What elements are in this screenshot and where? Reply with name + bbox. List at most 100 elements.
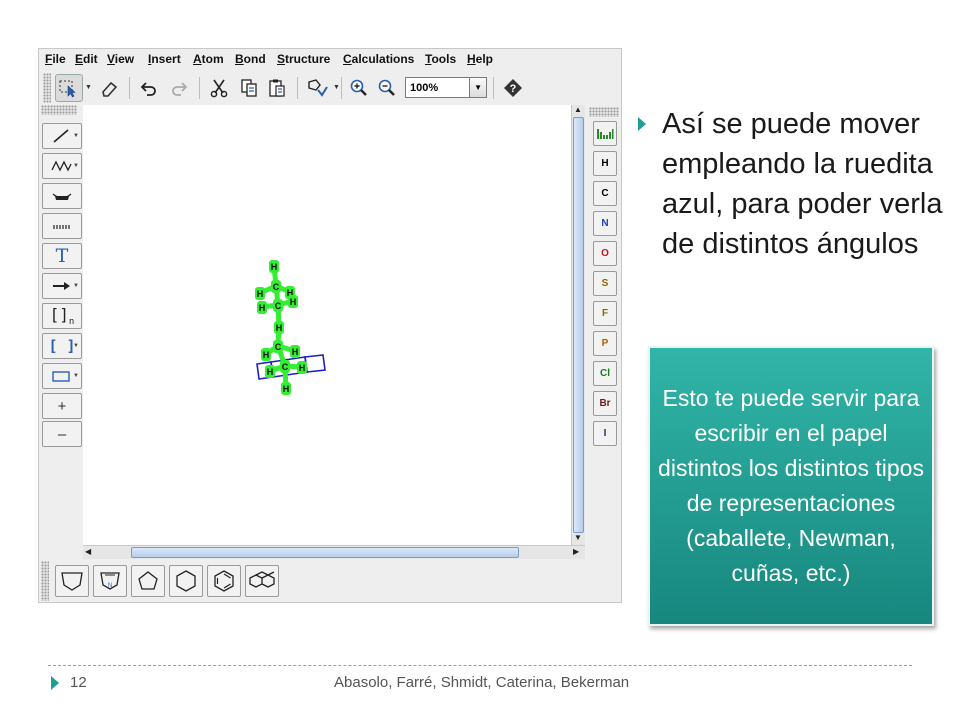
atom-br-button[interactable]: Br — [593, 391, 617, 416]
cyclohexane-template-button[interactable] — [169, 565, 203, 597]
atom-s-button[interactable]: S — [593, 271, 617, 296]
toolbar-separator — [493, 77, 494, 99]
footer-divider — [48, 665, 912, 666]
atom-c4[interactable]: C — [280, 360, 290, 373]
atom-h8[interactable]: H — [290, 345, 300, 358]
menu-tools[interactable]: Tools — [425, 52, 456, 66]
atom-o-button[interactable]: O — [593, 241, 617, 266]
chevron-down-icon[interactable]: ▼ — [469, 78, 486, 97]
chevron-down-icon[interactable]: ▼ — [73, 373, 79, 379]
menu-help[interactable]: Help — [467, 52, 493, 66]
atom-h4[interactable]: H — [257, 301, 267, 314]
text-tool-button[interactable]: T — [42, 243, 82, 269]
charge-minus-button[interactable]: – — [42, 421, 82, 447]
left-toolbar-grip[interactable] — [41, 105, 77, 115]
atom-h-button[interactable]: H — [593, 151, 617, 176]
scroll-left-icon[interactable]: ◀ — [85, 547, 91, 556]
atom-h2[interactable]: H — [255, 287, 265, 300]
help-button[interactable]: ? — [499, 74, 527, 102]
atom-i-button[interactable]: I — [593, 421, 617, 446]
menu-edit[interactable]: Edit — [75, 52, 98, 66]
clean-dropdown-arrow[interactable]: ▼ — [333, 84, 340, 91]
vertical-scrollbar[interactable]: ▲ ▼ — [571, 105, 585, 545]
clean-structure-button[interactable] — [303, 74, 331, 102]
menu-structure[interactable]: Structure — [277, 52, 330, 66]
atom-c-button[interactable]: C — [593, 181, 617, 206]
sgroup-button[interactable]: []n — [42, 303, 82, 329]
plus-icon: + — [57, 397, 67, 415]
undo-button[interactable] — [135, 74, 163, 102]
menu-bond[interactable]: Bond — [235, 52, 266, 66]
atom-h11[interactable]: H — [281, 382, 291, 395]
periodic-table-button[interactable] — [593, 121, 617, 146]
zoom-out-icon — [378, 79, 395, 96]
paste-button[interactable] — [263, 74, 291, 102]
reaction-arrow-icon — [53, 282, 70, 290]
atom-c3[interactable]: C — [273, 340, 283, 353]
charge-plus-button[interactable]: + — [42, 393, 82, 419]
chevron-down-icon[interactable]: ▼ — [73, 343, 79, 349]
atom-n-button[interactable]: N — [593, 211, 617, 236]
chevron-down-icon[interactable]: ▼ — [73, 133, 79, 139]
scroll-right-icon[interactable]: ▶ — [573, 547, 579, 556]
atom-h9[interactable]: H — [265, 365, 275, 378]
help-icon: ? — [504, 79, 522, 97]
atom-h5[interactable]: H — [288, 295, 298, 308]
atom-h6[interactable]: H — [274, 321, 284, 334]
redo-button[interactable] — [165, 74, 193, 102]
pyrrole-template-icon: N — [100, 572, 120, 590]
menu-calculations[interactable]: Calculations — [343, 52, 414, 66]
atom-c2[interactable]: C — [273, 299, 283, 312]
right-toolbar-grip[interactable] — [589, 107, 619, 117]
paste-icon — [269, 79, 285, 97]
chain-icon — [51, 160, 72, 172]
naphthalene-template-button[interactable] — [245, 565, 279, 597]
atom-p-button[interactable]: P — [593, 331, 617, 356]
bracket-bottom-button[interactable] — [42, 183, 82, 209]
toolbar-grip[interactable] — [43, 73, 51, 103]
menu-bar: File Edit View Insert Atom Bond Structur… — [39, 49, 621, 69]
rectangle-button[interactable]: ▼ — [42, 363, 82, 389]
drawing-canvas[interactable]: H C H H H H C H C H H C H H H — [83, 105, 571, 545]
molecule-structure[interactable]: H C H H H H C H C H H C H H H — [83, 105, 571, 545]
copy-button[interactable] — [235, 74, 263, 102]
scroll-up-icon[interactable]: ▲ — [574, 105, 582, 114]
chevron-down-icon[interactable]: ▼ — [73, 283, 79, 289]
atom-h1[interactable]: H — [269, 260, 279, 273]
eraser-button[interactable] — [95, 74, 123, 102]
single-bond-button[interactable]: ▼ — [42, 123, 82, 149]
cyclohexane-template-icon — [176, 570, 196, 592]
horizontal-scroll-thumb[interactable] — [131, 547, 519, 558]
select-tool-button[interactable] — [55, 74, 83, 102]
menu-file[interactable]: File — [45, 52, 66, 66]
vertical-scroll-thumb[interactable] — [573, 117, 584, 533]
menu-atom[interactable]: Atom — [193, 52, 224, 66]
cyclopentane-template-button[interactable] — [131, 565, 165, 597]
chain-button[interactable]: ▼ — [42, 153, 82, 179]
pyrrole-template-button[interactable]: N — [93, 565, 127, 597]
cut-button[interactable] — [205, 74, 233, 102]
atom-h7[interactable]: H — [261, 348, 271, 361]
menu-insert[interactable]: Insert — [148, 52, 181, 66]
chevron-down-icon[interactable]: ▼ — [73, 163, 79, 169]
dashed-bond-button[interactable] — [42, 213, 82, 239]
benzene-template-button[interactable] — [207, 565, 241, 597]
reaction-arrow-button[interactable]: ▼ — [42, 273, 82, 299]
horizontal-scrollbar[interactable]: ◀ ▶ — [83, 545, 585, 559]
zoom-select[interactable]: 100% ▼ — [405, 77, 487, 98]
bracket-button[interactable]: [ ] ▼ — [42, 333, 82, 359]
atom-h10[interactable]: H — [297, 361, 307, 374]
footer-arrow-icon — [51, 676, 59, 690]
zoom-in-button[interactable] — [345, 74, 373, 102]
zoom-out-button[interactable] — [373, 74, 401, 102]
svg-text:H: H — [263, 350, 270, 360]
cyclopropane-template-button[interactable] — [55, 565, 89, 597]
single-bond-icon — [53, 129, 69, 143]
svg-text:C: C — [282, 362, 289, 372]
atom-cl-button[interactable]: Cl — [593, 361, 617, 386]
select-dropdown-arrow[interactable]: ▼ — [85, 84, 92, 91]
atom-c1[interactable]: C — [271, 280, 281, 293]
atom-f-button[interactable]: F — [593, 301, 617, 326]
menu-view[interactable]: View — [107, 52, 134, 66]
scroll-down-icon[interactable]: ▼ — [574, 533, 582, 542]
